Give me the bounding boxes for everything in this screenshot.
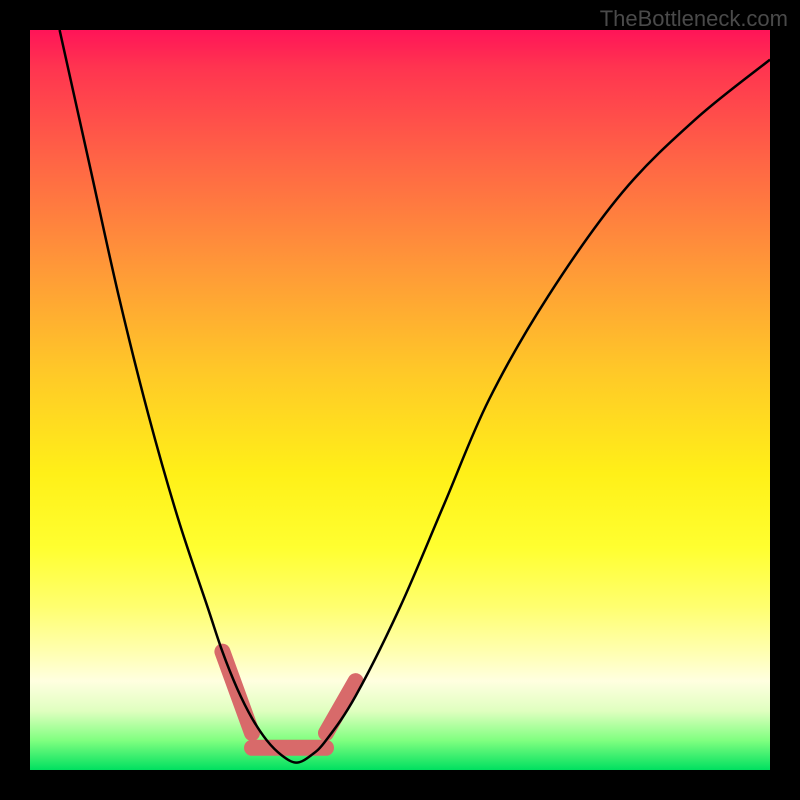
bottleneck-curve-path xyxy=(60,30,770,763)
curve-layer xyxy=(60,30,770,763)
watermark-text: TheBottleneck.com xyxy=(600,6,788,32)
plot-area xyxy=(30,30,770,770)
highlight-segment-2 xyxy=(326,681,356,733)
chart-svg xyxy=(30,30,770,770)
